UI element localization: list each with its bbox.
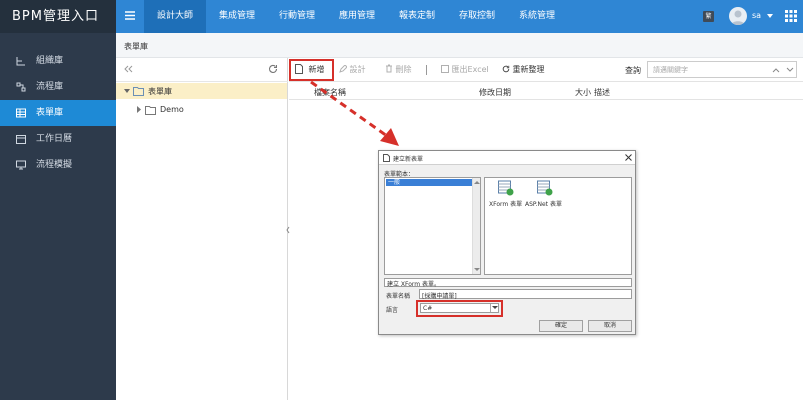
- dialog-title: 建立新表單: [393, 156, 424, 163]
- column-size[interactable]: 大小: [575, 87, 591, 98]
- toolbar: 新增 設計 刪除 匯出Excel 重新整理 查詢 請邁關鍵字: [289, 58, 803, 82]
- caret-down-icon[interactable]: [124, 88, 130, 94]
- delete-button-label: 刪除: [395, 65, 412, 74]
- refresh-icon[interactable]: [268, 64, 278, 74]
- breadcrumb: 表單庫: [124, 42, 148, 51]
- chevron-down-icon[interactable]: [490, 304, 498, 312]
- template-aspnet[interactable]: ASP.Net 表單: [525, 180, 563, 216]
- tab-reports[interactable]: 報表定制: [388, 0, 446, 33]
- form-icon: [16, 108, 26, 118]
- tree-node-label: Demo: [160, 105, 184, 114]
- template-xform[interactable]: XForm 表單: [489, 180, 523, 216]
- dialog-titlebar: 建立新表單: [379, 151, 635, 165]
- calendar-icon: [16, 135, 26, 144]
- toolbar-divider: [426, 65, 427, 75]
- aspnet-template-icon: [537, 180, 553, 196]
- tree-node-label: 表單庫: [148, 87, 172, 96]
- export-icon: [441, 65, 449, 73]
- refresh-button-label: 重新整理: [512, 65, 545, 74]
- cancel-button[interactable]: 取消: [588, 320, 632, 332]
- tree-node-root[interactable]: 表單庫: [116, 83, 287, 99]
- tab-application[interactable]: 應用管理: [328, 0, 386, 33]
- list-scrollbar[interactable]: [472, 178, 480, 274]
- chevron-down-icon[interactable]: [786, 67, 794, 73]
- apps-grid-icon[interactable]: [785, 10, 797, 22]
- sidebar-item-label: 流程庫: [36, 82, 64, 92]
- sidebar-item-forms[interactable]: 表單庫: [0, 100, 116, 126]
- export-button-label: 匯出Excel: [451, 65, 489, 74]
- column-description[interactable]: 描述: [594, 87, 610, 98]
- template-xform-label: XForm 表單: [489, 201, 523, 208]
- tree-node-demo[interactable]: Demo: [116, 102, 287, 118]
- avatar[interactable]: [729, 7, 747, 25]
- template-category-item[interactable]: 一般: [386, 179, 472, 186]
- language-label: 語言: [386, 307, 399, 314]
- file-icon: [295, 64, 303, 74]
- annotation-arrow: [310, 80, 399, 146]
- column-modified[interactable]: 修改日期: [479, 87, 511, 98]
- new-form-dialog: 建立新表單 表單範本： 一般 XForm 表單 ASP.Net 表單 建立 XF…: [378, 150, 636, 335]
- tab-mobile[interactable]: 行動管理: [268, 0, 326, 33]
- tree-panel: 表單庫 Demo: [116, 58, 288, 400]
- sidebar-item-label: 工作日曆: [36, 134, 73, 144]
- language-select[interactable]: C#: [420, 303, 499, 313]
- query-label: 查詢: [625, 66, 641, 75]
- ok-button[interactable]: 確定: [539, 320, 583, 332]
- splitter-handle[interactable]: [286, 225, 290, 235]
- template-aspnet-label: ASP.Net 表單: [525, 201, 562, 208]
- status-text: 建立 XForm 表單。: [387, 281, 441, 288]
- design-button[interactable]: 設計: [339, 58, 369, 82]
- close-icon[interactable]: [625, 154, 632, 161]
- xform-template-icon: [498, 180, 514, 196]
- tree-header: [116, 58, 288, 82]
- tab-system[interactable]: 系統管理: [508, 0, 566, 33]
- tab-access-control[interactable]: 存取控制: [448, 0, 506, 33]
- language-value: C#: [423, 305, 433, 312]
- pencil-icon: [339, 64, 348, 73]
- new-button-label: 新增: [308, 65, 325, 74]
- language-badge[interactable]: 繁: [703, 11, 714, 22]
- tab-integration[interactable]: 集成管理: [208, 0, 266, 33]
- folder-open-icon: [133, 87, 144, 96]
- sidebar: BPM管理入口 組織庫 流程庫 表單庫 工作日曆 流程模擬: [0, 0, 116, 400]
- chevron-up-icon[interactable]: [772, 67, 780, 73]
- trash-icon: [386, 64, 392, 73]
- export-excel-button[interactable]: 匯出Excel: [441, 58, 489, 82]
- user-name[interactable]: sa: [752, 11, 761, 20]
- monitor-icon: [16, 160, 26, 170]
- form-name-value: [採購申請單]: [422, 293, 457, 300]
- refresh-list-button[interactable]: 重新整理: [502, 58, 562, 82]
- form-name-input[interactable]: [採購申請單]: [419, 289, 632, 300]
- search-placeholder: 請邁關鍵字: [653, 66, 688, 74]
- breadcrumb-bar: 表單庫: [116, 33, 803, 58]
- collapse-left-icon[interactable]: [123, 64, 133, 74]
- status-box: 建立 XForm 表單。: [384, 278, 632, 288]
- menu-toggle-icon[interactable]: [124, 10, 138, 22]
- template-category-list[interactable]: 一般: [384, 177, 481, 275]
- sidebar-item-calendar[interactable]: 工作日曆: [0, 126, 116, 152]
- sidebar-item-simulate[interactable]: 流程模擬: [0, 152, 116, 178]
- sidebar-item-flow[interactable]: 流程庫: [0, 74, 116, 100]
- caret-right-icon[interactable]: [136, 106, 142, 113]
- search-input[interactable]: 請邁關鍵字: [647, 61, 797, 78]
- sidebar-item-label: 表單庫: [36, 108, 64, 118]
- design-button-label: 設計: [349, 65, 366, 74]
- app-brand: BPM管理入口: [0, 0, 116, 33]
- form-name-label: 表單名稱: [386, 293, 411, 300]
- document-icon: [383, 154, 390, 162]
- template-list[interactable]: XForm 表單 ASP.Net 表單: [484, 177, 632, 275]
- flow-icon: [16, 82, 26, 92]
- org-icon: [16, 57, 25, 66]
- folder-icon: [145, 106, 156, 115]
- sidebar-item-label: 組織庫: [36, 56, 64, 66]
- chevron-down-icon[interactable]: [766, 12, 774, 20]
- sidebar-item-label: 流程模擬: [36, 160, 73, 170]
- new-button[interactable]: 新增: [289, 59, 334, 81]
- sidebar-item-org[interactable]: 組織庫: [0, 48, 116, 74]
- tab-design-master[interactable]: 設計大師: [144, 0, 206, 33]
- delete-button[interactable]: 刪除: [385, 58, 417, 82]
- refresh-icon: [502, 65, 510, 73]
- top-nav: 設計大師 集成管理 行動管理 應用管理 報表定制 存取控制 系統管理 繁 sa: [116, 0, 803, 33]
